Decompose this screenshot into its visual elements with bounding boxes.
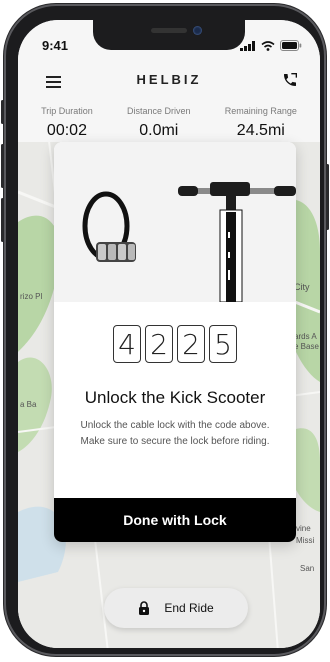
map-label: City: [294, 282, 310, 292]
code-digit: 5: [209, 325, 237, 363]
stat-label: Remaining Range: [224, 106, 297, 116]
volume-down-button: [1, 198, 4, 242]
map-label: ards A: [294, 332, 317, 341]
front-camera: [193, 26, 202, 35]
map-label: Missi: [296, 536, 315, 545]
status-icons: [240, 40, 302, 51]
screen: rizo Pl a Ba City ards A e Base vine Mis…: [18, 20, 320, 648]
status-time: 9:41: [42, 38, 69, 53]
wifi-icon: [261, 40, 275, 51]
cable-lock-icon: [82, 191, 136, 262]
cellular-signal-icon: [240, 40, 255, 51]
scooter-handlebar-icon: [178, 182, 296, 303]
lock-and-scooter-illustration: [54, 142, 296, 303]
brand-logo: HELBIZ: [136, 72, 202, 87]
speaker: [151, 28, 187, 33]
battery-icon: [280, 40, 302, 51]
code-digit: 2: [145, 325, 173, 363]
end-ride-label: End Ride: [164, 601, 214, 615]
modal-description: Unlock the cable lock with the code abov…: [80, 420, 270, 447]
remaining-range: Remaining Range 24.5mi: [225, 106, 297, 140]
map-label: a Ba: [20, 400, 37, 409]
stat-value: 00:02: [46, 122, 87, 139]
end-ride-button[interactable]: End Ride: [104, 588, 248, 628]
map-label: San: [300, 564, 315, 573]
distance-driven: Distance Driven 0.0mi: [127, 106, 191, 140]
side-button: [326, 164, 329, 230]
stat-value: 24.5mi: [236, 122, 285, 139]
map-label: rizo Pl: [20, 292, 43, 301]
trip-duration: Trip Duration 00:02: [41, 106, 93, 140]
trip-stats: Trip Duration 00:02 Distance Driven 0.0m…: [18, 106, 320, 140]
volume-up-button: [1, 144, 4, 188]
lock-icon: [139, 601, 150, 615]
code-digit: 4: [113, 325, 141, 363]
stat-label: Trip Duration: [41, 106, 93, 116]
illustration-graphic: [82, 182, 296, 303]
code-digit: 2: [177, 325, 205, 363]
phone-frame: rizo Pl a Ba City ards A e Base vine Mis…: [1, 4, 329, 656]
unlock-modal: 4 2 2 5 Unlock the Kick Scooter Unlock t…: [54, 142, 296, 542]
silent-switch: [1, 100, 4, 124]
call-support-icon[interactable]: [282, 72, 298, 93]
map-label: e Base: [294, 342, 319, 351]
stat-label: Distance Driven: [127, 106, 191, 116]
modal-title: Unlock the Kick Scooter: [84, 388, 266, 407]
unlock-code: 4 2 2 5: [54, 325, 296, 363]
map-label: vine: [296, 524, 311, 533]
notch: [93, 20, 245, 50]
done-with-lock-button[interactable]: Done with Lock: [54, 498, 296, 542]
stat-value: 0.0mi: [139, 122, 179, 139]
